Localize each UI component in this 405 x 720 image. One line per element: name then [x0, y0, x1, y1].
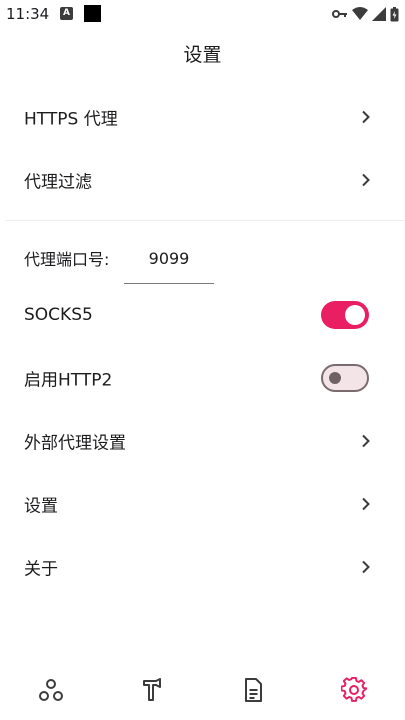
- page-title: 设置: [183, 44, 222, 66]
- bottom-navigation: [0, 660, 405, 720]
- nav-tools[interactable]: [136, 674, 168, 706]
- chevron-right-icon: [362, 497, 370, 511]
- notification-a-icon: A: [60, 7, 73, 20]
- network-nodes-icon: [39, 679, 63, 701]
- http2-label: 启用HTTP2: [24, 370, 113, 391]
- socks5-row: SOCKS5: [0, 284, 405, 346]
- gear-icon: [341, 677, 367, 702]
- signal-icon: [372, 7, 386, 21]
- proxy-filter-label: 代理过滤: [24, 172, 92, 193]
- external-proxy-label: 外部代理设置: [24, 433, 126, 454]
- chevron-right-icon: [362, 173, 370, 187]
- proxy-filter-row[interactable]: 代理过滤: [0, 149, 405, 211]
- http2-toggle[interactable]: [321, 364, 369, 392]
- status-icons: [332, 6, 399, 22]
- settings-screen: 11:34 A 设置 HTTPS 代理 代理过滤 代理端口号: 9099 SOC…: [0, 0, 405, 720]
- http2-row: 启用HTTP2: [0, 347, 405, 409]
- notification-square-icon: [84, 5, 101, 22]
- settings-row[interactable]: 设置: [0, 473, 405, 535]
- external-proxy-row[interactable]: 外部代理设置: [0, 410, 405, 472]
- vpn-key-icon: [332, 9, 348, 19]
- hammer-icon: [143, 678, 161, 701]
- chevron-right-icon: [362, 434, 370, 448]
- port-label: 代理端口号:: [24, 250, 110, 269]
- battery-icon: [390, 6, 399, 22]
- about-row[interactable]: 关于: [0, 536, 405, 598]
- document-icon: [245, 678, 262, 702]
- nav-network[interactable]: [35, 674, 67, 706]
- https-proxy-row[interactable]: HTTPS 代理: [0, 86, 405, 148]
- status-time: 11:34: [6, 5, 50, 23]
- socks5-toggle[interactable]: [321, 301, 369, 329]
- settings-label: 设置: [24, 496, 58, 517]
- about-label: 关于: [24, 559, 58, 580]
- chevron-right-icon: [362, 560, 370, 574]
- nav-settings[interactable]: [338, 674, 370, 706]
- status-bar: 11:34 A: [0, 0, 405, 30]
- socks5-label: SOCKS5: [24, 305, 93, 325]
- section-divider: [6, 220, 404, 221]
- toggle-knob: [345, 305, 365, 325]
- wifi-icon: [352, 7, 368, 21]
- chevron-right-icon: [362, 110, 370, 124]
- nav-logs[interactable]: [237, 674, 269, 706]
- port-input[interactable]: [124, 234, 214, 284]
- toggle-knob: [329, 372, 341, 384]
- https-proxy-label: HTTPS 代理: [24, 109, 118, 130]
